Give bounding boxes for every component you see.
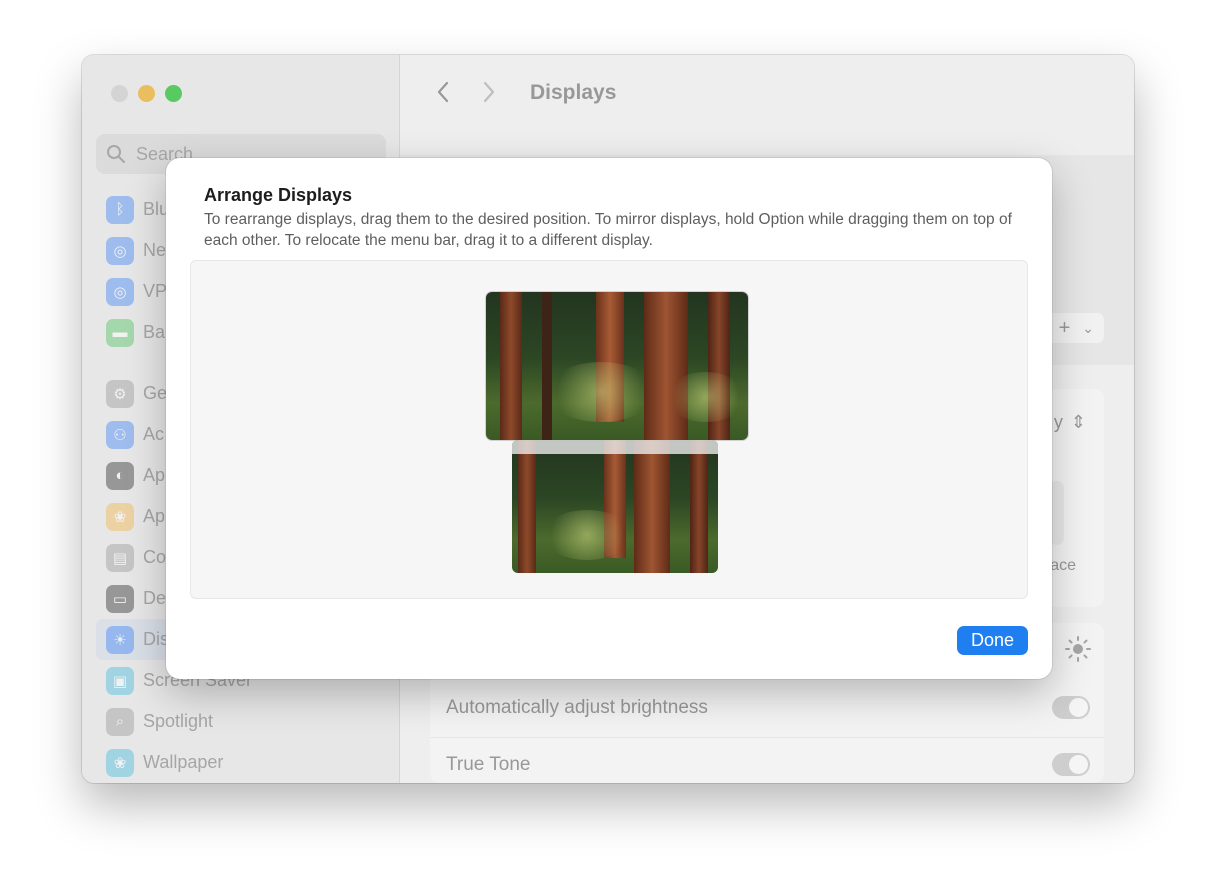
display-arrangement-area [190,260,1028,599]
secondary-display[interactable] [512,440,718,573]
done-button[interactable]: Done [957,626,1028,655]
sheet-description: To rearrange displays, drag them to the … [204,211,1012,249]
menu-bar-indicator[interactable] [512,440,718,454]
arrange-displays-sheet: Arrange Displays To rearrange displays, … [166,158,1052,679]
sheet-title: Arrange Displays [204,185,353,205]
primary-display[interactable] [486,292,748,440]
